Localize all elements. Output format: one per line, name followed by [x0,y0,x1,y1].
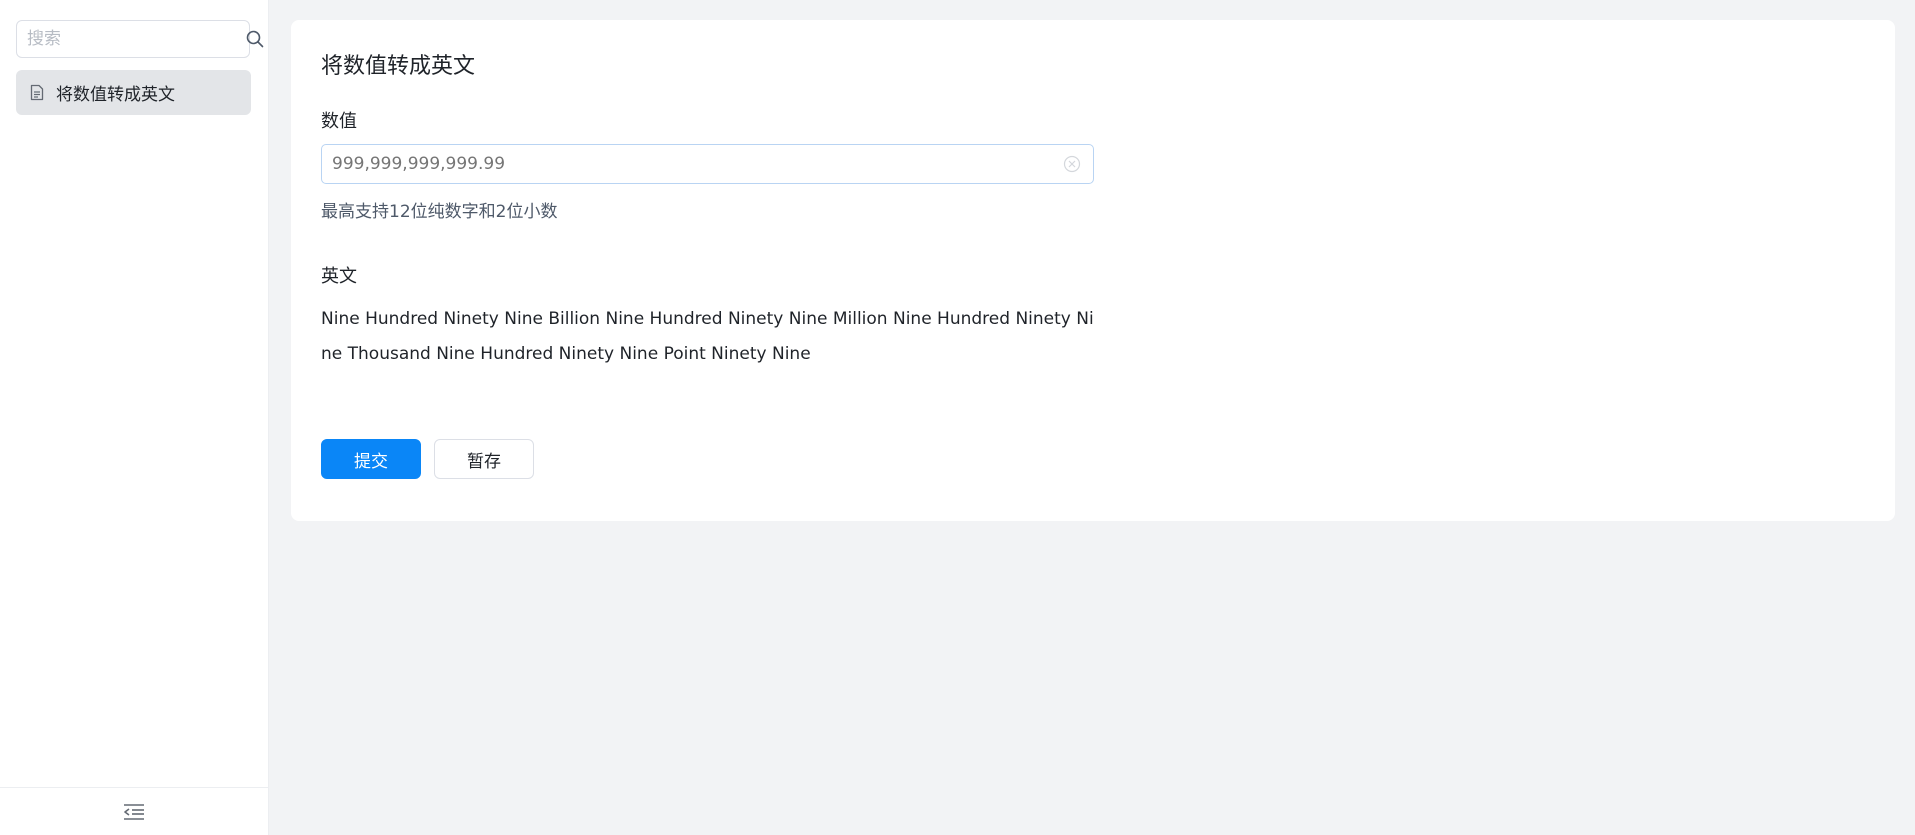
sidebar-footer [0,787,268,835]
number-field-hint: 最高支持12位纯数字和2位小数 [321,202,558,222]
number-input-wrapper[interactable] [321,144,1094,184]
sidebar-item-number-to-english[interactable]: 将数值转成英文 [16,70,251,115]
search-icon[interactable] [246,28,264,50]
sidebar: 将数值转成英文 [0,0,269,835]
save-draft-button[interactable]: 暂存 [434,439,534,479]
page-title: 将数值转成英文 [321,54,476,79]
sidebar-item-label: 将数值转成英文 [56,85,175,105]
number-input[interactable] [322,145,1061,183]
number-field-label: 数值 [321,111,357,132]
english-field-label: 英文 [321,266,357,287]
collapse-sidebar-icon[interactable] [122,800,146,824]
main-card: 将数值转成英文 数值 最高支持12位纯数字和2位小数 英文 Nine Hundr… [291,20,1895,521]
submit-button[interactable]: 提交 [321,439,421,479]
search-input[interactable] [17,21,246,57]
clear-icon[interactable] [1061,153,1083,175]
document-icon [28,84,46,102]
sidebar-search[interactable] [16,20,264,58]
english-result-text: Nine Hundred Ninety Nine Billion Nine Hu… [321,309,1094,364]
app-root: 将数值转成英文 将数值转成英文 数值 [0,0,1915,835]
